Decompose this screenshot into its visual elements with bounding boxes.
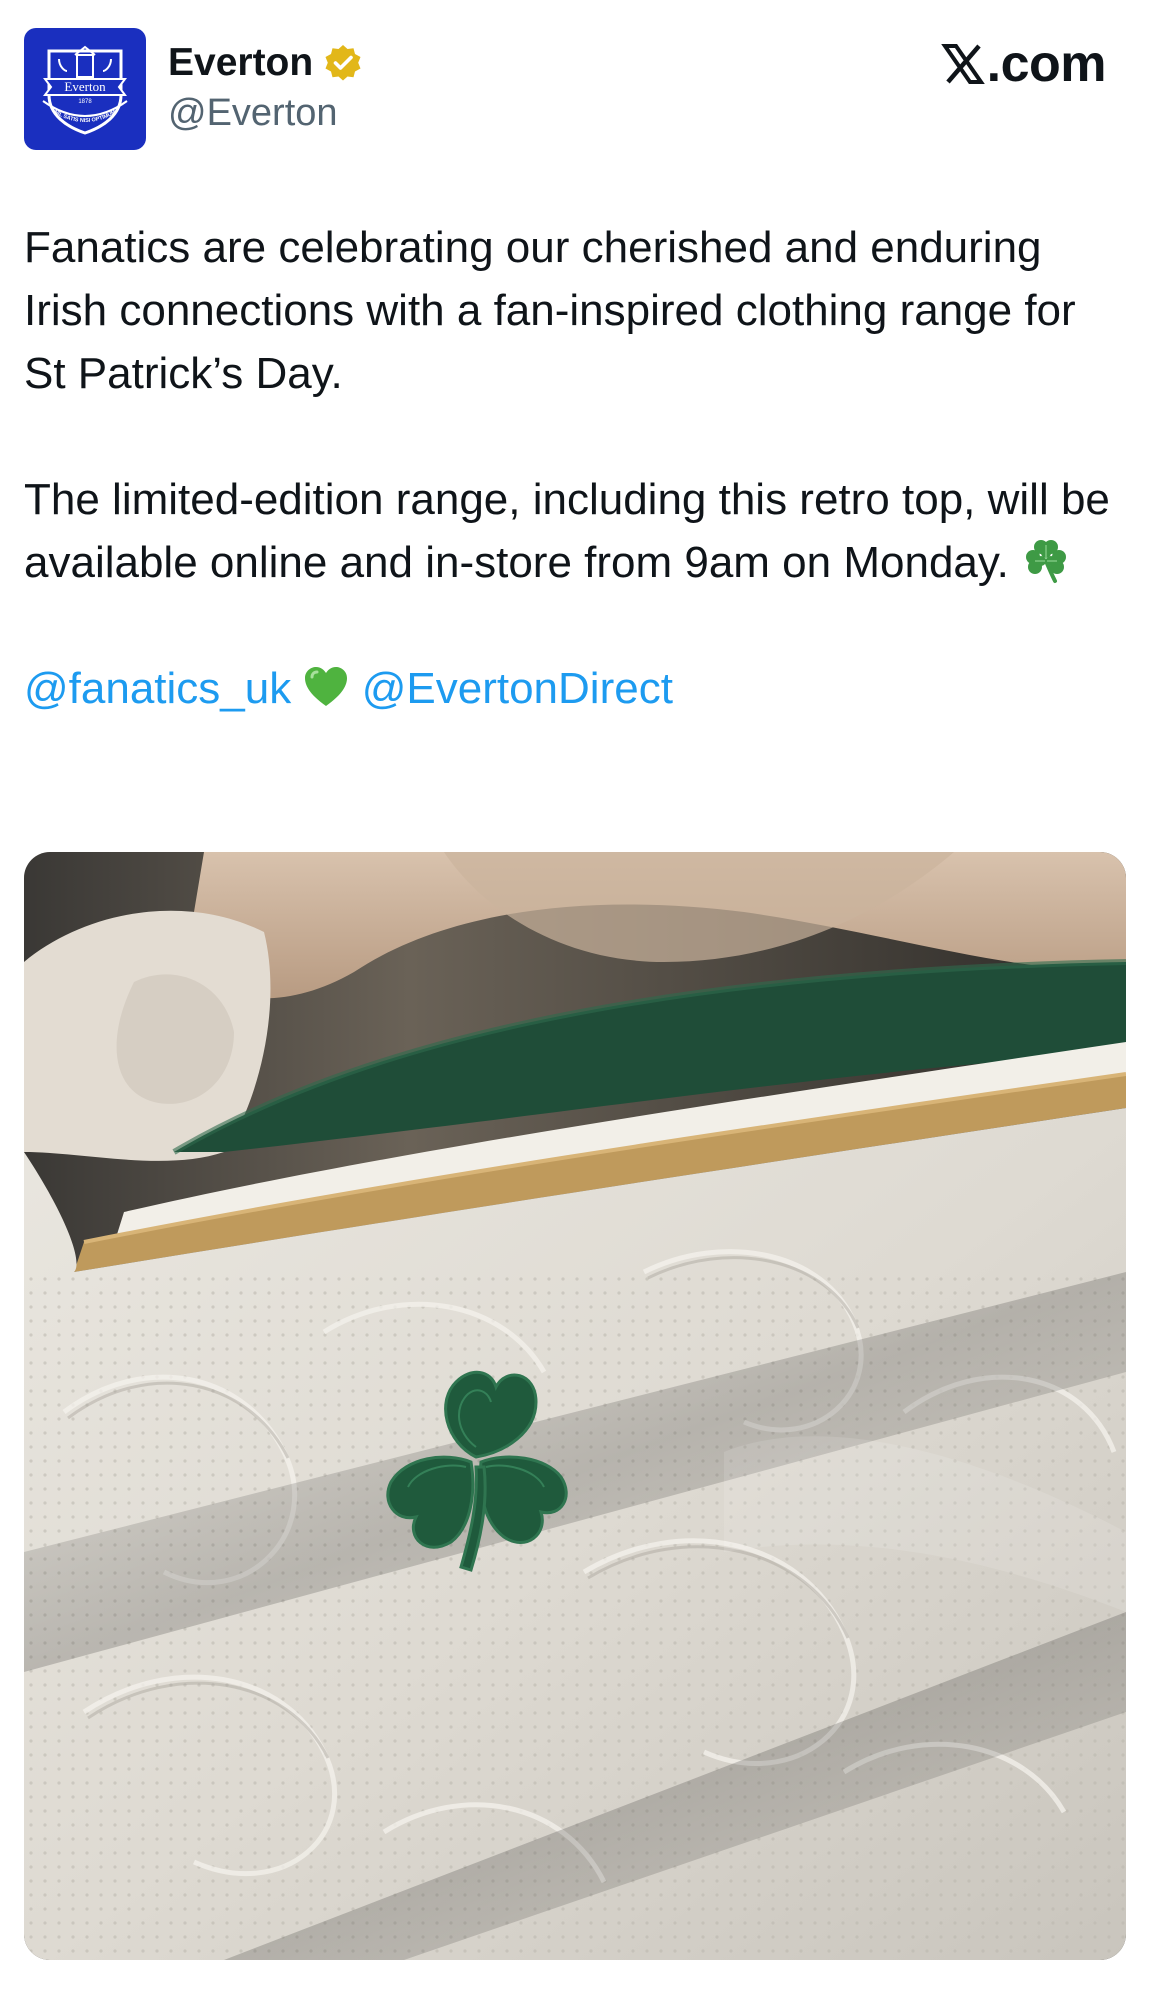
crest-year: 1878 [78,99,92,105]
tweet-header: Everton 1878 NIL SATIS NISI OPTIMUM Ever… [24,28,1128,152]
tweet-media-photo[interactable] [24,852,1126,1960]
handle[interactable]: @Everton [168,92,363,135]
x-brand-logo: .com [940,34,1107,94]
white-shirt-shamrock-photo [24,852,1126,1960]
shamrock-icon [1026,540,1067,583]
green-heart-icon [305,667,348,706]
gold-check-icon [325,45,361,81]
crest-text: Everton [64,79,106,94]
account-names: Everton @Everton [168,36,363,135]
display-name[interactable]: Everton [168,41,313,85]
brand-suffix: .com [986,35,1107,93]
mention-fanatics-uk[interactable]: @fanatics_uk [24,664,291,713]
tweet-text: Fanatics are celebrating our cherished a… [24,216,1124,720]
mention-everton-direct[interactable]: @EvertonDirect [362,664,673,713]
everton-crest-icon: Everton 1878 NIL SATIS NISI OPTIMUM [42,45,128,135]
display-name-row[interactable]: Everton [168,36,363,90]
tweet-paragraph-2-text: The limited-edition range, including thi… [24,475,1110,587]
tweet-paragraph-2: The limited-edition range, including thi… [24,468,1124,594]
mentions-line: @fanatics_uk @EvertonDirect [24,657,1124,720]
tweet-paragraph-1: Fanatics are celebrating our cherished a… [24,223,1076,398]
avatar[interactable]: Everton 1878 NIL SATIS NISI OPTIMUM [24,28,146,150]
x-logo-icon [940,44,985,84]
